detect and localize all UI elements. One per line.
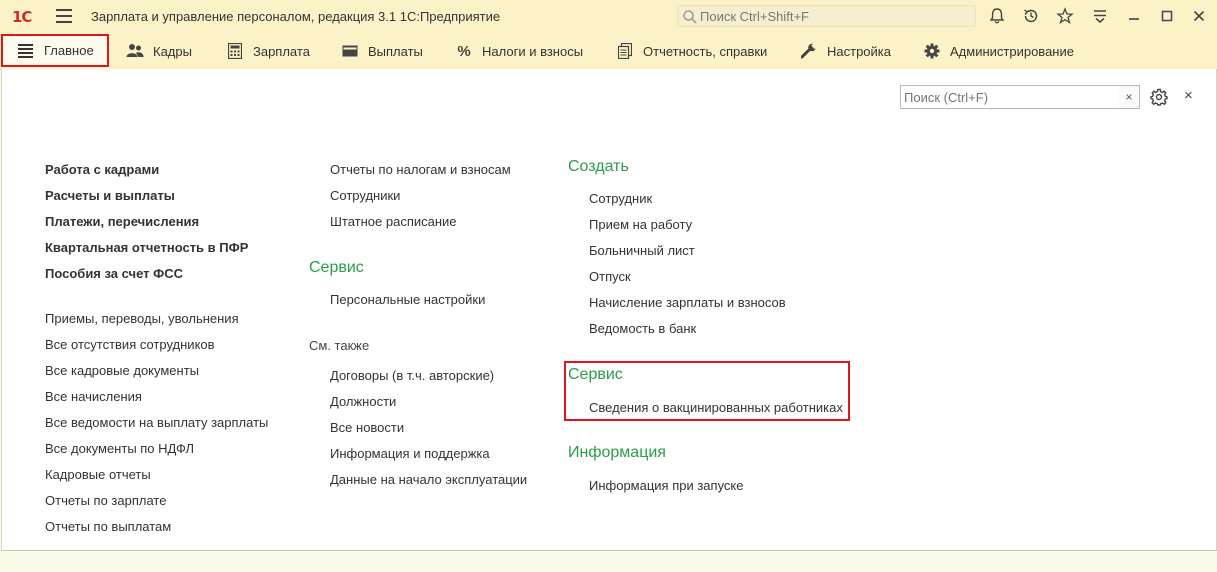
gear-icon <box>923 42 941 60</box>
close-panel-button[interactable]: × <box>1184 87 1193 104</box>
link-news[interactable]: Все новости <box>330 420 404 435</box>
link-personal-settings[interactable]: Персональные настройки <box>330 292 485 307</box>
section-salary[interactable]: Зарплата <box>226 33 310 69</box>
section-payments[interactable]: Выплаты <box>341 33 423 69</box>
section-admin[interactable]: Администрирование <box>923 33 1074 69</box>
link-payroll-statements[interactable]: Все ведомости на выплату зарплаты <box>45 415 268 430</box>
section-label: Кадры <box>153 43 192 59</box>
window-title: Зарплата и управление персоналом, редакц… <box>91 9 501 24</box>
search-clear-button[interactable]: × <box>1119 85 1140 109</box>
link-contracts[interactable]: Договоры (в т.ч. авторские) <box>330 368 494 383</box>
settings-gear-icon[interactable] <box>1150 88 1168 106</box>
link-create-payroll-accrual[interactable]: Начисление зарплаты и взносов <box>589 295 786 310</box>
link-create-vacation[interactable]: Отпуск <box>589 269 631 284</box>
panel-search-field[interactable] <box>900 85 1120 109</box>
link-absences[interactable]: Все отсутствия сотрудников <box>45 337 215 352</box>
link-ndfl-documents[interactable]: Все документы по НДФЛ <box>45 441 194 456</box>
link-create-hiring[interactable]: Прием на работу <box>589 217 692 232</box>
section-settings[interactable]: Настройка <box>800 33 891 69</box>
link-create-employee[interactable]: Сотрудник <box>589 191 652 206</box>
link-positions[interactable]: Должности <box>330 394 396 409</box>
wrench-icon <box>800 42 818 60</box>
link-pfr-quarterly[interactable]: Квартальная отчетность в ПФР <box>45 240 248 255</box>
section-taxes[interactable]: % Налоги и взносы <box>455 33 583 69</box>
section-hr[interactable]: Кадры <box>126 33 192 69</box>
section-panel: Главное Кадры Зарплата Выплаты % Налоги … <box>0 33 1217 70</box>
group-title-service-2: Сервис <box>568 366 623 383</box>
search-icon <box>683 10 697 24</box>
status-strip <box>0 551 1217 572</box>
link-salary-reports[interactable]: Отчеты по зарплате <box>45 493 166 508</box>
star-icon[interactable] <box>1056 7 1074 25</box>
link-create-bank-statement[interactable]: Ведомость в банк <box>589 321 696 336</box>
people-icon <box>126 42 144 60</box>
section-main[interactable]: Главное <box>1 34 109 67</box>
link-transfers[interactable]: Платежи, перечисления <box>45 214 199 229</box>
link-hr-reports[interactable]: Кадровые отчеты <box>45 467 151 482</box>
maximize-icon[interactable] <box>1158 7 1176 25</box>
minimize-icon[interactable] <box>1125 7 1143 25</box>
section-label: Главное <box>44 43 94 58</box>
percent-icon: % <box>457 42 471 60</box>
global-search-field[interactable] <box>677 5 976 27</box>
section-label: Администрирование <box>950 43 1074 59</box>
link-hr-documents[interactable]: Все кадровые документы <box>45 363 199 378</box>
link-payroll-payments[interactable]: Расчеты и выплаты <box>45 188 175 203</box>
link-accruals[interactable]: Все начисления <box>45 389 142 404</box>
link-tax-reports[interactable]: Отчеты по налогам и взносам <box>330 162 511 177</box>
bell-icon[interactable] <box>988 7 1006 25</box>
group-title-see-also: См. также <box>309 338 370 353</box>
window-close-icon[interactable] <box>1190 7 1208 25</box>
section-label: Зарплата <box>253 43 310 59</box>
wallet-icon <box>341 42 359 60</box>
title-bar: 1С Зарплата и управление персоналом, ред… <box>0 0 1217 34</box>
link-info-support[interactable]: Информация и поддержка <box>330 446 490 461</box>
calculator-icon <box>226 42 244 60</box>
link-staffing[interactable]: Штатное расписание <box>330 214 457 229</box>
section-reports[interactable]: Отчетность, справки <box>616 33 767 69</box>
app-logo: 1С <box>12 8 32 26</box>
link-payment-reports[interactable]: Отчеты по выплатам <box>45 519 171 534</box>
link-create-sick-leave[interactable]: Больничный лист <box>589 243 695 258</box>
group-title-service: Сервис <box>309 259 364 276</box>
link-hiring-transfers[interactable]: Приемы, переводы, увольнения <box>45 311 239 326</box>
function-panel: × × Работа с кадрами Расчеты и выплаты П… <box>1 69 1217 551</box>
link-startup-info[interactable]: Информация при запуске <box>589 478 744 493</box>
section-label: Настройка <box>827 43 891 59</box>
link-fss-benefits[interactable]: Пособия за счет ФСС <box>45 266 183 281</box>
group-title-create: Создать <box>568 158 629 175</box>
main-menu-icon[interactable] <box>56 9 72 23</box>
link-initial-data[interactable]: Данные на начало эксплуатации <box>330 472 527 487</box>
global-search-input[interactable] <box>700 8 970 24</box>
more-menu-icon[interactable] <box>1091 7 1109 25</box>
section-label: Налоги и взносы <box>482 43 584 59</box>
section-label: Выплаты <box>368 43 423 59</box>
documents-icon <box>616 42 634 60</box>
section-label: Отчетность, справки <box>643 43 768 59</box>
group-title-information: Информация <box>568 444 666 461</box>
link-employees[interactable]: Сотрудники <box>330 188 400 203</box>
link-vaccinated-workers[interactable]: Сведения о вакцинированных работниках <box>589 400 843 415</box>
panel-search-input[interactable] <box>904 89 1114 105</box>
history-icon[interactable] <box>1022 7 1040 25</box>
link-hr-work[interactable]: Работа с кадрами <box>45 162 159 177</box>
menu-icon <box>17 42 35 60</box>
